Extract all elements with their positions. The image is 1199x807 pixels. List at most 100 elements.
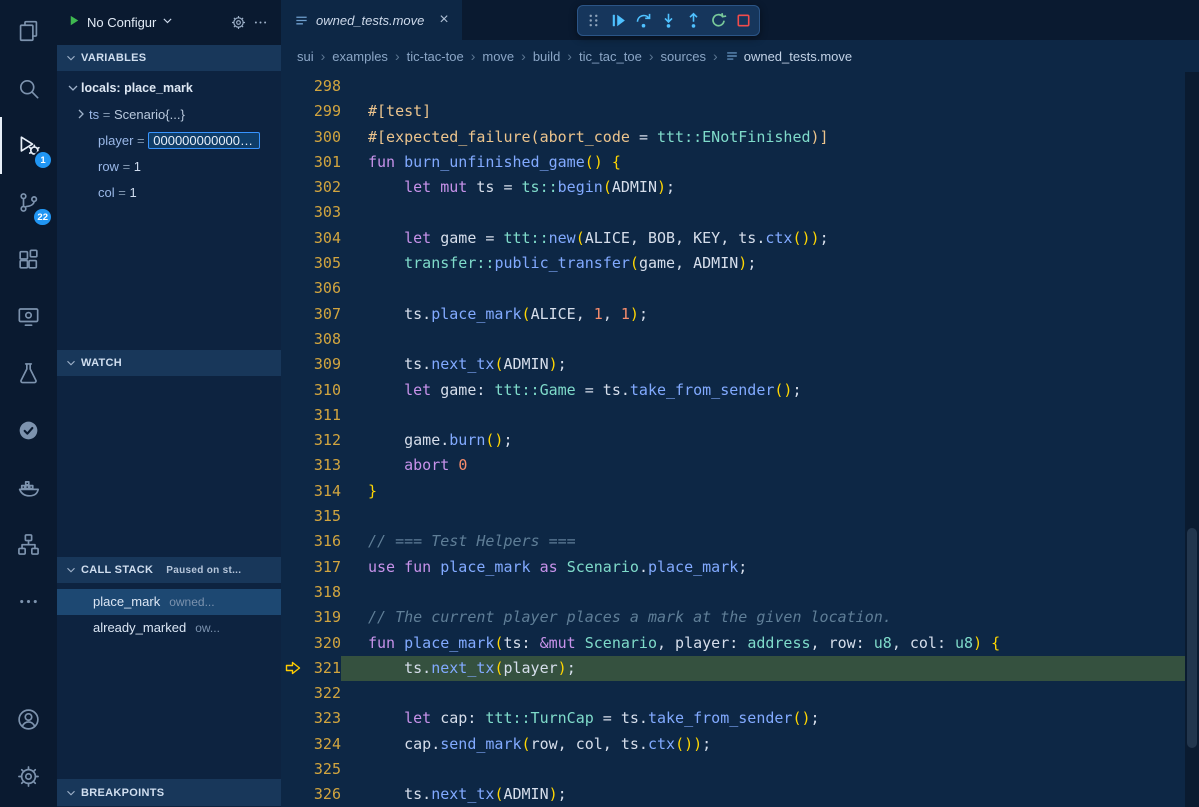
line-number[interactable]: 303 [305, 200, 341, 225]
breadcrumb-item[interactable]: examples [332, 49, 388, 64]
step-over-icon[interactable] [631, 8, 656, 33]
line-number[interactable]: 312 [305, 428, 341, 453]
code-text[interactable] [341, 504, 1199, 529]
tab-owned-tests-move[interactable]: owned_tests.move × [281, 0, 462, 40]
variable-row[interactable]: player = 0000000000000… [57, 127, 281, 153]
code-line[interactable]: 325 [281, 757, 1199, 782]
variable-value[interactable]: 0000000000000… [148, 132, 260, 149]
breakpoint-gutter[interactable] [281, 378, 305, 403]
line-number[interactable]: 318 [305, 580, 341, 605]
code-text[interactable]: } [341, 479, 1199, 504]
code-line[interactable]: 312 game.burn(); [281, 428, 1199, 453]
breakpoint-gutter[interactable] [281, 782, 305, 807]
code-text[interactable]: let cap: ttt::TurnCap = ts.take_from_sen… [341, 706, 1199, 731]
breakpoint-gutter[interactable] [281, 125, 305, 150]
code-line[interactable]: 317use fun place_mark as Scenario.place_… [281, 555, 1199, 580]
line-number[interactable]: 306 [305, 276, 341, 301]
breadcrumb-item[interactable]: sui [297, 49, 314, 64]
code-text[interactable]: let mut ts = ts::begin(ADMIN); [341, 175, 1199, 200]
code-text[interactable] [341, 403, 1199, 428]
breakpoint-gutter[interactable] [281, 302, 305, 327]
breakpoint-gutter[interactable] [281, 200, 305, 225]
variable-row[interactable]: row = 1 [57, 153, 281, 179]
line-number[interactable]: 304 [305, 226, 341, 251]
line-number[interactable]: 319 [305, 605, 341, 630]
breakpoint-gutter[interactable] [281, 504, 305, 529]
docker-icon[interactable] [0, 459, 57, 516]
line-number[interactable]: 317 [305, 555, 341, 580]
code-line[interactable]: 311 [281, 403, 1199, 428]
breakpoint-gutter[interactable] [281, 732, 305, 757]
code-line[interactable]: 309 ts.next_tx(ADMIN); [281, 352, 1199, 377]
code-text[interactable] [341, 757, 1199, 782]
code-text[interactable]: let game: ttt::Game = ts.take_from_sende… [341, 378, 1199, 403]
line-number[interactable]: 321 [305, 656, 341, 681]
code-text[interactable]: ts.next_tx(player); [341, 656, 1199, 681]
breakpoint-gutter[interactable] [281, 453, 305, 478]
code-text[interactable]: ts.place_mark(ALICE, 1, 1); [341, 302, 1199, 327]
code-line[interactable]: 326 ts.next_tx(ADMIN); [281, 782, 1199, 807]
code-text[interactable] [341, 200, 1199, 225]
line-number[interactable]: 315 [305, 504, 341, 529]
code-text[interactable] [341, 580, 1199, 605]
code-line[interactable]: 323 let cap: ttt::TurnCap = ts.take_from… [281, 706, 1199, 731]
variables-section-header[interactable]: VARIABLES [57, 45, 281, 71]
settings-gear-icon[interactable] [0, 748, 57, 805]
step-out-icon[interactable] [681, 8, 706, 33]
drag-handle-icon[interactable] [581, 8, 606, 33]
line-number[interactable]: 305 [305, 251, 341, 276]
line-number[interactable]: 298 [305, 74, 341, 99]
code-line[interactable]: 299#[test] [281, 99, 1199, 124]
line-number[interactable]: 302 [305, 175, 341, 200]
code-text[interactable]: use fun place_mark as Scenario.place_mar… [341, 555, 1199, 580]
account-icon[interactable] [0, 691, 57, 748]
line-number[interactable]: 313 [305, 453, 341, 478]
editor-scrollbar[interactable] [1185, 72, 1199, 807]
start-debugging-icon[interactable] [67, 13, 82, 33]
run-debug-icon[interactable]: 1 [0, 117, 57, 174]
line-number[interactable]: 326 [305, 782, 341, 807]
code-text[interactable]: game.burn(); [341, 428, 1199, 453]
line-number[interactable]: 299 [305, 99, 341, 124]
breakpoint-gutter[interactable] [281, 403, 305, 428]
breakpoint-gutter[interactable] [281, 706, 305, 731]
code-line[interactable]: 301fun burn_unfinished_game() { [281, 150, 1199, 175]
debug-gear-icon[interactable] [227, 12, 249, 34]
code-text[interactable]: #[expected_failure(abort_code = ttt::ENo… [341, 125, 1199, 150]
code-text[interactable]: #[test] [341, 99, 1199, 124]
breadcrumb-item[interactable]: tic_tac_toe [579, 49, 642, 64]
explorer-files-icon[interactable] [0, 3, 57, 60]
breakpoint-gutter[interactable] [281, 175, 305, 200]
code-text[interactable]: // === Test Helpers === [341, 529, 1199, 554]
code-text[interactable] [341, 327, 1199, 352]
restart-icon[interactable] [706, 8, 731, 33]
line-number[interactable]: 309 [305, 352, 341, 377]
code-text[interactable]: cap.send_mark(row, col, ts.ctx()); [341, 732, 1199, 757]
line-number[interactable]: 322 [305, 681, 341, 706]
code-text[interactable] [341, 74, 1199, 99]
breakpoint-gutter[interactable] [281, 605, 305, 630]
code-line[interactable]: 322 [281, 681, 1199, 706]
breakpoint-gutter[interactable] [281, 352, 305, 377]
hierarchy-icon[interactable] [0, 516, 57, 573]
breakpoint-gutter[interactable] [281, 251, 305, 276]
code-line[interactable]: 313 abort 0 [281, 453, 1199, 478]
debug-current-line-arrow[interactable] [281, 656, 305, 681]
breakpoint-gutter[interactable] [281, 529, 305, 554]
code-line[interactable]: 319// The current player places a mark a… [281, 605, 1199, 630]
debug-config-dropdown[interactable]: No Configur [67, 13, 174, 33]
more-views-icon[interactable] [0, 573, 57, 630]
step-into-icon[interactable] [656, 8, 681, 33]
breakpoint-gutter[interactable] [281, 327, 305, 352]
breakpoint-gutter[interactable] [281, 681, 305, 706]
code-line[interactable]: 298 [281, 74, 1199, 99]
breadcrumb-item[interactable]: build [533, 49, 560, 64]
variable-row[interactable]: locals: place_mark [57, 75, 281, 101]
call-stack-section-header[interactable]: CALL STACK Paused on st... [57, 557, 281, 583]
breadcrumb-file[interactable]: owned_tests.move [725, 49, 852, 64]
stop-icon[interactable] [731, 8, 756, 33]
line-number[interactable]: 307 [305, 302, 341, 327]
remote-explorer-icon[interactable] [0, 288, 57, 345]
breakpoints-section-header[interactable]: BREAKPOINTS [57, 779, 281, 806]
breadcrumb-item[interactable]: sources [661, 49, 707, 64]
